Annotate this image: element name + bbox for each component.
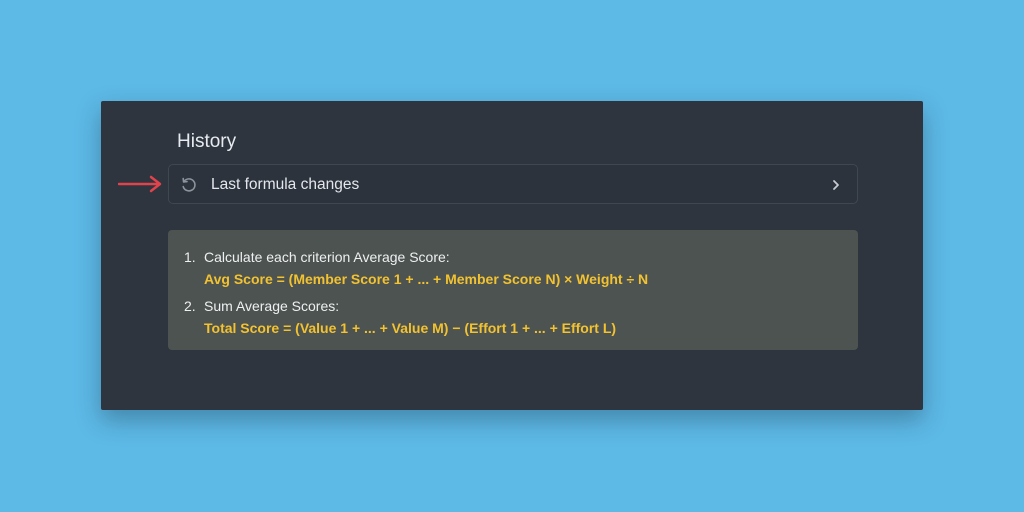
formula-step: 2. Sum Average Scores: Total Score = (Va… [184, 295, 858, 339]
history-icon [182, 177, 196, 192]
formula-step: 1. Calculate each criterion Average Scor… [184, 246, 858, 290]
history-panel: History Last formula changes 1. Calculat… [101, 101, 923, 410]
step-text: Calculate each criterion Average Score: [204, 249, 450, 265]
total-score-formula: Total Score = (Value 1 + ... + Value M) … [204, 320, 617, 336]
last-formula-changes-label: Last formula changes [211, 176, 360, 193]
formula-explanation: 1. Calculate each criterion Average Scor… [168, 230, 858, 350]
last-formula-changes-row[interactable]: Last formula changes [168, 164, 858, 204]
step-number: 2. [184, 298, 196, 314]
avg-score-formula: Avg Score = (Member Score 1 + ... + Memb… [204, 271, 649, 287]
step-text: Sum Average Scores: [204, 298, 340, 314]
section-title: History [177, 131, 237, 152]
chevron-right-icon[interactable] [831, 178, 841, 192]
red-arrow-icon [118, 175, 162, 193]
step-number: 1. [184, 249, 196, 265]
